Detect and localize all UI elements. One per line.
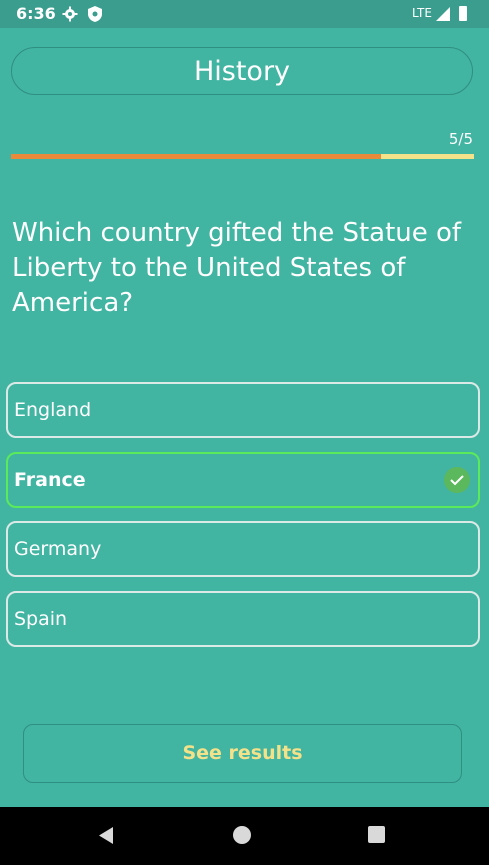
question-text: Which country gifted the Statue of Liber… [12, 218, 462, 318]
answer-option-label: France [14, 469, 86, 491]
answer-option-england[interactable]: England [6, 382, 480, 438]
answer-option-label: England [14, 399, 92, 421]
answer-option-spain[interactable]: Spain [6, 591, 480, 647]
status-bar: 6:36 LTE [0, 0, 489, 28]
answer-option-germany[interactable]: Germany [6, 521, 480, 577]
answer-option-france[interactable]: France [6, 452, 480, 508]
recents-icon[interactable] [368, 826, 385, 843]
check-circle-icon [444, 467, 470, 493]
home-icon[interactable] [233, 826, 251, 844]
network-type: LTE [412, 6, 432, 20]
progress-bar [11, 154, 474, 159]
gear-icon [62, 6, 78, 22]
back-icon[interactable] [97, 826, 115, 845]
battery-icon [459, 6, 467, 21]
category-header: History [11, 47, 473, 95]
progress-bar-fill [11, 154, 382, 159]
progress-counter: 5/5 [448, 130, 473, 148]
status-time: 6:36 [16, 4, 56, 23]
shield-icon [88, 6, 102, 22]
answer-option-label: Spain [14, 608, 68, 630]
system-nav-bar [0, 807, 489, 865]
see-results-button[interactable]: See results [23, 724, 462, 783]
answer-option-label: Germany [14, 538, 102, 560]
signal-icon [436, 7, 450, 21]
see-results-label: See results [182, 742, 303, 764]
category-title: History [193, 56, 291, 87]
